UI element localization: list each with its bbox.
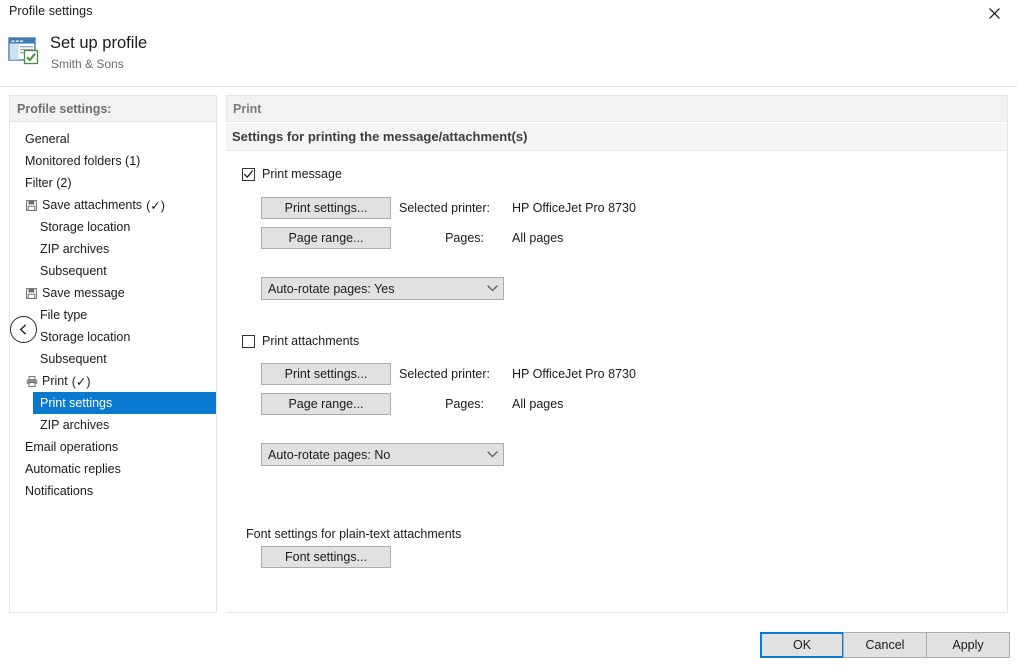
sidebar-item-label: Notifications <box>25 484 94 498</box>
print-attachments-pages-value: All pages <box>512 397 564 411</box>
print-attachments-printer-value: HP OfficeJet Pro 8730 <box>512 367 636 381</box>
sidebar-item-label: Email operations <box>25 440 119 454</box>
content-band-subtitle: Settings for printing the message/attach… <box>226 123 1008 151</box>
sidebar-heading: Profile settings: <box>9 95 217 122</box>
header-title: Set up profile <box>50 34 148 52</box>
print-message-label: Print message <box>262 167 342 181</box>
profile-settings-dialog: Profile settings Set up profile Smith & … <box>0 0 1017 665</box>
print-attachments-checkbox[interactable]: Print attachments <box>242 334 359 348</box>
print-message-page-range-button[interactable]: Page range... <box>261 227 391 249</box>
print-message-pages-label: Pages: <box>445 231 484 245</box>
sidebar-item-subsequent[interactable]: Subsequent <box>9 348 217 370</box>
sidebar-item-label: Subsequent <box>40 264 107 278</box>
sidebar-item-monitored-folders-1[interactable]: Monitored folders (1) <box>9 150 217 172</box>
apply-button[interactable]: Apply <box>926 632 1010 658</box>
save-icon <box>25 287 38 300</box>
sidebar-item-zip-archives[interactable]: ZIP archives <box>9 238 217 260</box>
header-subtitle: Smith & Sons <box>51 57 124 71</box>
sidebar-heading-label: Profile settings: <box>17 101 112 116</box>
content-subtitle-label: Settings for printing the message/attach… <box>232 129 528 144</box>
printer-icon <box>25 375 38 388</box>
sidebar-item-suffix: (✓) <box>71 374 91 389</box>
print-message-pages-value: All pages <box>512 231 564 245</box>
sidebar-item-label: File type <box>40 308 88 322</box>
sidebar-nav: General Monitored folders (1) Filter (2) Sa… <box>9 123 217 613</box>
print-message-checkbox[interactable]: Print message <box>242 167 342 181</box>
print-message-printer-value: HP OfficeJet Pro 8730 <box>512 201 636 215</box>
sidebar-item-email-operations[interactable]: Email operations <box>9 436 217 458</box>
checkmark-icon <box>243 169 254 178</box>
sidebar-item-print[interactable]: Print (✓) <box>9 370 217 392</box>
print-message-printer-label: Selected printer: <box>399 201 491 215</box>
sidebar-item-label: Save attachments <box>42 198 143 212</box>
checkbox-box <box>242 167 255 181</box>
print-message-autorotate-select[interactable]: Auto-rotate pages: Yes <box>261 277 504 300</box>
chevron-down-icon <box>481 285 503 292</box>
sidebar-item-label: Monitored folders (1) <box>25 154 141 168</box>
collapse-sidebar-button[interactable] <box>10 316 37 343</box>
sidebar-item-label: ZIP archives <box>40 418 110 432</box>
content-title-label: Print <box>233 101 262 116</box>
sidebar-item-subsequent[interactable]: Subsequent <box>9 260 217 282</box>
close-icon <box>988 7 1000 19</box>
sidebar-item-label: Print <box>42 374 68 388</box>
print-attachments-autorotate-value: Auto-rotate pages: No <box>268 447 391 462</box>
cancel-button[interactable]: Cancel <box>843 632 927 658</box>
sidebar-item-label: ZIP archives <box>40 242 110 256</box>
sidebar-item-label: Filter (2) <box>25 176 72 190</box>
print-attachments-page-range-button[interactable]: Page range... <box>261 393 391 415</box>
checkbox-box <box>242 334 255 348</box>
chevron-down-icon <box>481 451 503 458</box>
ok-button[interactable]: OK <box>760 632 844 658</box>
chevron-left-icon <box>19 324 26 335</box>
print-attachments-label: Print attachments <box>262 334 360 348</box>
sidebar-item-print-settings[interactable]: Print settings <box>33 392 216 414</box>
print-attachments-autorotate-select[interactable]: Auto-rotate pages: No <box>261 443 504 466</box>
sidebar-item-label: Save message <box>42 286 125 300</box>
sidebar-item-save-message[interactable]: Save message <box>9 282 217 304</box>
sidebar-item-notifications[interactable]: Notifications <box>9 480 217 502</box>
sidebar-item-label: Automatic replies <box>25 462 121 476</box>
title-bar: Profile settings <box>0 0 1017 26</box>
print-message-print-settings-button[interactable]: Print settings... <box>261 197 391 219</box>
window-title: Profile settings <box>9 4 93 18</box>
profile-setup-icon <box>8 37 40 65</box>
sidebar-item-label: General <box>25 132 70 146</box>
close-button[interactable] <box>971 0 1017 26</box>
sidebar-item-storage-location[interactable]: Storage location <box>9 326 217 348</box>
print-attachments-printer-label: Selected printer: <box>399 367 491 381</box>
sidebar-item-suffix: (✓) <box>146 198 165 213</box>
sidebar-item-label: Storage location <box>40 220 131 234</box>
print-attachments-print-settings-button[interactable]: Print settings... <box>261 363 391 385</box>
sidebar-item-label: Storage location <box>40 330 131 344</box>
sidebar-item-filter-2[interactable]: Filter (2) <box>9 172 217 194</box>
font-settings-button[interactable]: Font settings... <box>261 546 391 568</box>
sidebar-item-file-type[interactable]: File type <box>9 304 217 326</box>
dialog-header: Set up profile Smith & Sons <box>0 26 1017 87</box>
font-settings-heading: Font settings for plain-text attachments <box>246 527 462 541</box>
sidebar-item-save-attachments[interactable]: Save attachments (✓) <box>9 194 217 216</box>
save-icon <box>25 199 38 212</box>
content-band-title: Print <box>226 95 1008 122</box>
sidebar-item-automatic-replies[interactable]: Automatic replies <box>9 458 217 480</box>
sidebar-item-label: Subsequent <box>40 352 107 366</box>
sidebar-item-general[interactable]: General <box>9 128 217 150</box>
print-message-autorotate-value: Auto-rotate pages: Yes <box>268 281 395 296</box>
sidebar-item-label: Print settings <box>40 396 113 410</box>
sidebar-item-zip-archives[interactable]: ZIP archives <box>9 414 217 436</box>
print-attachments-pages-label: Pages: <box>445 397 484 411</box>
sidebar-item-storage-location[interactable]: Storage location <box>9 216 217 238</box>
